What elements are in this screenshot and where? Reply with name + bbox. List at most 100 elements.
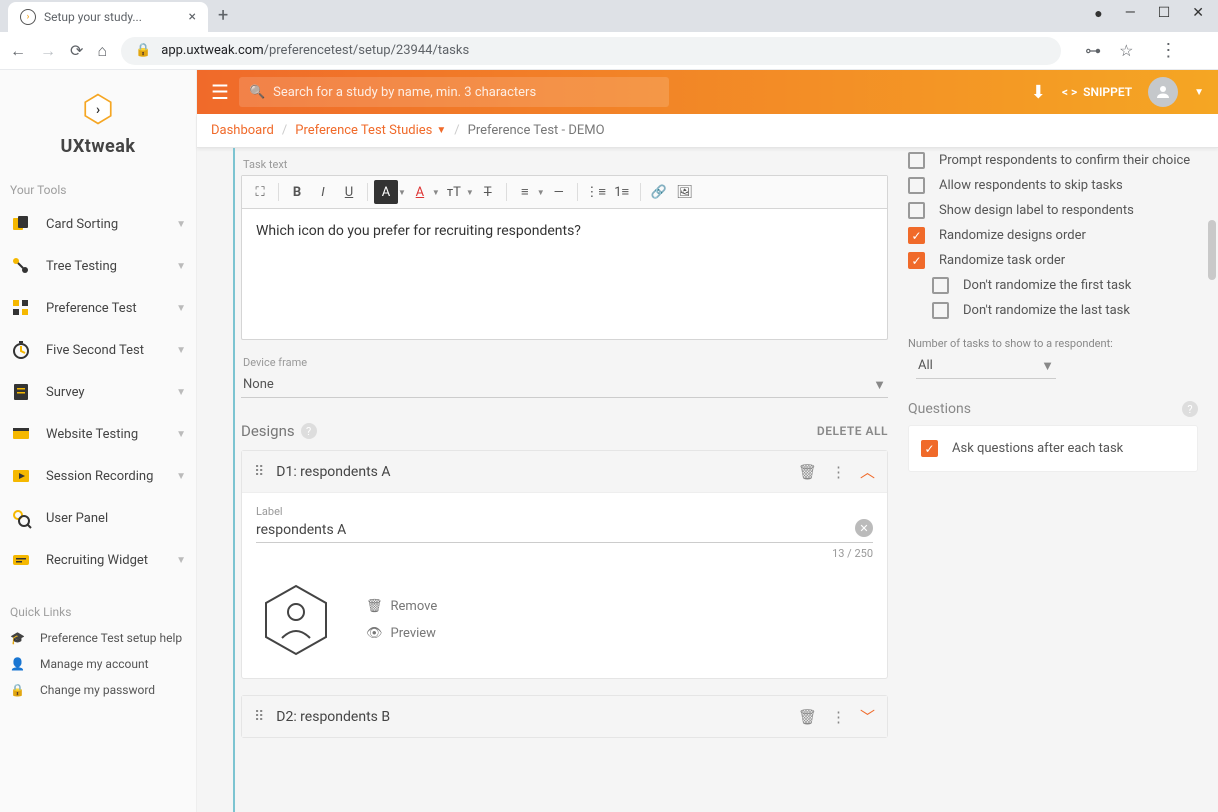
user-icon: 👤 <box>10 657 28 671</box>
drag-handle-icon[interactable]: ⠿ <box>254 464 264 480</box>
font-size-icon[interactable]: тT <box>442 180 466 204</box>
chevron-down-icon: ▼ <box>176 261 186 272</box>
back-icon[interactable]: ← <box>10 41 26 61</box>
unordered-list-icon[interactable]: ⋮≡ <box>584 180 608 204</box>
fullscreen-icon[interactable]: ⛶ <box>248 180 272 204</box>
key-icon[interactable]: ⊶ <box>1085 41 1101 60</box>
url-input[interactable]: 🔒 app.uxtweak.com/preferencetest/setup/2… <box>121 37 1061 65</box>
hr-icon[interactable]: — <box>547 180 571 204</box>
image-icon[interactable]: 🖼 <box>673 180 697 204</box>
trash-icon[interactable]: 🗑 <box>798 708 817 726</box>
option-no-rand-first[interactable]: Don't randomize the first task <box>908 273 1198 298</box>
help-icon[interactable]: ? <box>301 423 317 439</box>
checkbox-icon[interactable] <box>932 302 949 319</box>
underline-icon[interactable]: U <box>337 180 361 204</box>
maximize-icon[interactable]: ☐ <box>1158 5 1171 22</box>
more-icon[interactable]: ⋮ <box>831 463 846 481</box>
quicklink-change-password[interactable]: 🔒Change my password <box>0 677 196 703</box>
reload-icon[interactable]: ⟳ <box>70 41 83 60</box>
avatar-chevron-icon[interactable]: ▼ <box>1194 87 1204 98</box>
option-prompt-confirm[interactable]: Prompt respondents to confirm their choi… <box>908 148 1198 173</box>
website-testing-icon <box>10 423 32 445</box>
logo[interactable]: › UXtweak <box>0 92 196 157</box>
sidebar-item-recruiting-widget[interactable]: Recruiting Widget ▼ <box>0 539 196 581</box>
text-color-icon[interactable]: A <box>408 180 432 204</box>
clear-input-icon[interactable]: ✕ <box>855 519 873 537</box>
session-recording-icon <box>10 465 32 487</box>
option-randomize-tasks[interactable]: ✓Randomize task order <box>908 248 1198 273</box>
tab-close-icon[interactable]: × <box>189 9 196 25</box>
preview-design-button[interactable]: 👁Preview <box>366 626 437 641</box>
breadcrumb-dropdown-icon[interactable]: ▼ <box>436 125 446 136</box>
checkbox-icon[interactable] <box>908 177 925 194</box>
star-icon[interactable]: ☆ <box>1119 41 1133 60</box>
link-icon[interactable]: 🔗 <box>647 180 671 204</box>
option-no-rand-last[interactable]: Don't randomize the last task <box>908 298 1198 323</box>
download-icon[interactable]: ⬇ <box>1031 82 1046 103</box>
label-input[interactable] <box>256 518 873 543</box>
design-title: D1: respondents A <box>276 464 784 480</box>
sidebar-item-website-testing[interactable]: Website Testing ▼ <box>0 413 196 455</box>
snippet-button[interactable]: < > SNIPPET <box>1062 85 1132 99</box>
dropdown-caret-icon[interactable]: ▼ <box>398 188 406 197</box>
hamburger-icon[interactable]: ☰ <box>211 80 229 104</box>
sidebar-item-card-sorting[interactable]: Card Sorting ▼ <box>0 203 196 245</box>
dropdown-caret-icon[interactable]: ▼ <box>432 188 440 197</box>
drag-handle-icon[interactable]: ⠿ <box>254 709 264 725</box>
left-sidebar: › UXtweak Your Tools Card Sorting ▼ Tree… <box>0 70 197 812</box>
recruiting-widget-icon <box>10 549 32 571</box>
ordered-list-icon[interactable]: 1≡ <box>610 180 634 204</box>
bold-icon[interactable]: B <box>285 180 309 204</box>
close-window-icon[interactable]: ✕ <box>1192 5 1204 22</box>
option-randomize-designs[interactable]: ✓Randomize designs order <box>908 223 1198 248</box>
avatar[interactable] <box>1148 77 1178 107</box>
collapse-icon[interactable]: ︿ <box>860 461 875 482</box>
breadcrumb-studies[interactable]: Preference Test Studies <box>295 123 432 138</box>
option-show-label[interactable]: Show design label to respondents <box>908 198 1198 223</box>
option-allow-skip[interactable]: Allow respondents to skip tasks <box>908 173 1198 198</box>
checkbox-checked-icon[interactable]: ✓ <box>908 252 925 269</box>
sidebar-item-preference-test[interactable]: Preference Test ▼ <box>0 287 196 329</box>
eye-icon: 👁 <box>366 626 383 641</box>
breadcrumb-dashboard[interactable]: Dashboard <box>211 123 274 138</box>
sidebar-item-five-second-test[interactable]: Five Second Test ▼ <box>0 329 196 371</box>
new-tab-button[interactable]: + <box>218 5 228 26</box>
browser-tab-strip: › Setup your study... × + ● — ☐ ✕ <box>0 0 1218 32</box>
dropdown-caret-icon[interactable]: ▼ <box>466 188 474 197</box>
trash-icon[interactable]: 🗑 <box>798 463 817 481</box>
quicklink-setup-help[interactable]: 🎓Preference Test setup help <box>0 625 196 651</box>
num-tasks-select[interactable]: All ▼ <box>916 354 1056 379</box>
sidebar-item-session-recording[interactable]: Session Recording ▼ <box>0 455 196 497</box>
checkbox-icon[interactable] <box>908 202 925 219</box>
align-icon[interactable]: ≡ <box>513 180 537 204</box>
more-icon[interactable]: ⋮ <box>831 708 846 726</box>
editor-toolbar: ⛶ B I U A▼ A▼ тT▼ T ≡▼ — ⋮≡ <box>242 176 887 209</box>
expand-icon[interactable]: ﹀ <box>860 706 875 727</box>
checkbox-checked-icon[interactable]: ✓ <box>921 440 938 457</box>
background-color-icon[interactable]: A <box>374 180 398 204</box>
sidebar-item-survey[interactable]: Survey ▼ <box>0 371 196 413</box>
quicklink-manage-account[interactable]: 👤Manage my account <box>0 651 196 677</box>
sidebar-item-tree-testing[interactable]: Tree Testing ▼ <box>0 245 196 287</box>
scrollbar-thumb[interactable] <box>1208 220 1216 280</box>
option-ask-questions[interactable]: ✓Ask questions after each task <box>921 436 1185 461</box>
home-icon[interactable]: ⌂ <box>97 41 107 61</box>
delete-all-button[interactable]: DELETE ALL <box>817 424 888 438</box>
checkbox-checked-icon[interactable]: ✓ <box>908 227 925 244</box>
minimize-icon[interactable]: — <box>1125 5 1136 22</box>
browser-tab[interactable]: › Setup your study... × <box>8 2 208 32</box>
sidebar-item-user-panel[interactable]: User Panel <box>0 497 196 539</box>
checkbox-icon[interactable] <box>908 152 925 169</box>
italic-icon[interactable]: I <box>311 180 335 204</box>
dropdown-caret-icon[interactable]: ▼ <box>537 188 545 197</box>
search-input[interactable]: 🔍 Search for a study by name, min. 3 cha… <box>239 77 669 107</box>
editor-content[interactable]: Which icon do you prefer for recruiting … <box>242 209 887 339</box>
clear-format-icon[interactable]: T <box>476 180 500 204</box>
device-frame-select[interactable]: None ▼ <box>241 373 888 398</box>
help-icon[interactable]: ? <box>1182 401 1198 417</box>
circle-icon[interactable]: ● <box>1094 5 1102 22</box>
five-second-icon <box>10 339 32 361</box>
browser-menu-icon[interactable]: ⋮ <box>1159 40 1177 61</box>
remove-design-button[interactable]: 🗑Remove <box>366 599 437 614</box>
checkbox-icon[interactable] <box>932 277 949 294</box>
